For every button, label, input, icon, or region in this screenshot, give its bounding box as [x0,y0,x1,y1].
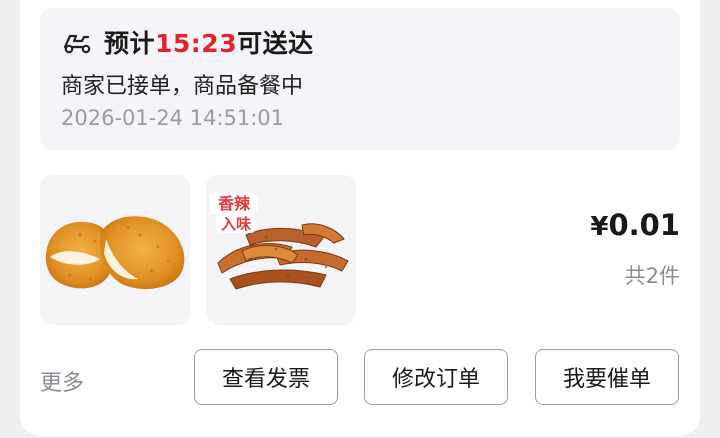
product-thumbnail-wedges[interactable]: 香辣 入味 [206,175,356,325]
order-timestamp: 2026-01-24 14:51:01 [61,106,285,130]
badge-line-1: 香辣 [217,194,251,213]
product-thumbnail-chicken[interactable] [40,175,190,325]
scooter-icon [63,34,91,54]
more-link[interactable]: 更多 [40,365,84,397]
eta-time: 15:23 [155,29,238,58]
modify-order-button[interactable]: 修改订单 [364,349,508,405]
eta-label: 预计15:23可送达 [104,24,314,60]
badge-line-2: 入味 [221,215,251,233]
fried-chicken-image [45,216,185,290]
order-status-text: 商家已接单，商品备餐中 [61,74,304,99]
eta-prefix: 预计 [104,29,156,58]
currency-symbol: ¥ [590,212,609,242]
potato-wedges-image: 香辣 入味 [210,193,349,290]
price-amount: 0.01 [608,208,680,242]
urge-order-button[interactable]: 我要催单 [535,349,679,405]
spicy-badge: 香辣 入味 [210,193,258,233]
order-total-price: ¥0.01 [590,208,680,242]
eta-row: 预计15:23可送达 [62,22,314,62]
view-invoice-button[interactable]: 查看发票 [194,349,338,405]
eta-suffix: 可送达 [237,29,314,58]
item-count: 共2件 [624,264,680,288]
